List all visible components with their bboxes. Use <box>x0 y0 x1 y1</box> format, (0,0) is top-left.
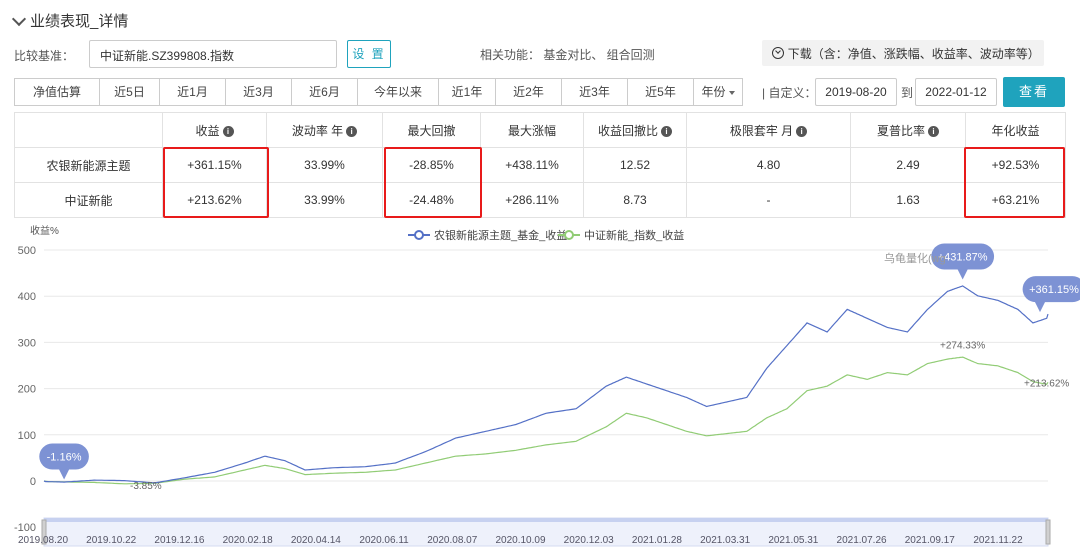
legend-label: 中证新能_指数_收益 <box>584 228 684 242</box>
section-title: 业绩表现_详情 <box>30 13 129 30</box>
callout-label: +361.15% <box>1029 284 1079 296</box>
table-header: 年化收益 <box>965 112 1066 148</box>
legend-label: 农银新能源主题_基金_收益 <box>434 228 567 242</box>
download-label: 下载（含：净值、涨跌幅、收益率、波动率等） <box>787 46 1040 61</box>
x-tick-label: 2020.04.14 <box>291 535 341 546</box>
benchmark-label: 比较基准： <box>14 49 75 63</box>
period-tab[interactable]: 净值估算 <box>14 78 100 106</box>
series-line <box>43 285 1049 484</box>
table-cell: 中证新能 <box>14 182 163 218</box>
y-tick-label: 0 <box>30 476 36 488</box>
custom-range-label: | 自定义： <box>762 86 817 100</box>
highlight-box <box>384 147 482 218</box>
table-header: 波动率 年i <box>266 112 383 148</box>
table-cell: +286.11% <box>480 182 584 218</box>
point-label: +274.33% <box>940 340 985 351</box>
table-header: 收益回撤比 i <box>583 112 687 148</box>
period-tab[interactable]: 近5日 <box>99 78 160 106</box>
series-line <box>43 356 1049 485</box>
info-icon[interactable]: i <box>346 125 358 137</box>
caret-down-icon <box>728 90 735 95</box>
related-functions[interactable]: 相关功能： 基金对比、 组合回测 <box>480 46 655 63</box>
year-select[interactable]: 年份 <box>693 78 743 106</box>
download-button[interactable]: 下载（含：净值、涨跌幅、收益率、波动率等） <box>762 40 1044 66</box>
x-tick-label: 2021.03.31 <box>700 535 750 546</box>
x-tick-label: 2019.10.22 <box>86 535 136 546</box>
watermark: 乌龟量化(wg <box>884 251 946 265</box>
table-cell: 4.80 <box>686 147 851 183</box>
x-tick-label: 2019.08.20 <box>18 535 68 546</box>
compare-bar: 比较基准： 中证新能.SZ399808.指数 设 置 相关功能： 基金对比、 组… <box>14 40 1064 68</box>
period-tab[interactable]: 近1年 <box>438 78 496 106</box>
callout-label: -1.16% <box>47 452 82 464</box>
y-tick-label: 500 <box>18 245 36 257</box>
table-cell: 8.73 <box>583 182 687 218</box>
date-from-input[interactable]: 2019-08-20 <box>815 78 897 106</box>
y-tick-label: 100 <box>18 430 36 442</box>
table-header <box>14 112 163 148</box>
period-selector: 净值估算 近5日 近1月 近3月 近6月 今年以来 近1年 近2年 近3年 近5… <box>14 78 743 106</box>
range-handle-right[interactable] <box>1045 519 1051 545</box>
x-tick-label: 2019.12.16 <box>154 535 204 546</box>
y-axis-label: 收益% <box>30 224 59 237</box>
table-header: 收益 i <box>162 112 267 148</box>
info-icon[interactable]: i <box>661 125 672 137</box>
x-tick-label: 2020.02.18 <box>223 535 273 546</box>
table-cell: 12.52 <box>583 147 687 183</box>
info-icon[interactable]: i <box>928 125 939 137</box>
x-tick-label: 2020.12.03 <box>564 535 614 546</box>
table-header: 最大回撤 <box>382 112 481 148</box>
returns-chart[interactable]: 收益% -100 0 100 200 300 400 500 农银新能源主题_基金_收益 中证新能… <box>0 222 1080 554</box>
query-button[interactable]: 查看 <box>1003 77 1065 107</box>
y-tick-label: -100 <box>14 522 36 534</box>
x-tick-label: 2020.10.09 <box>495 535 545 546</box>
table-cell: 农银新能源主题 <box>14 147 163 183</box>
table-cell: 1.63 <box>850 182 966 218</box>
period-tab[interactable]: 近3年 <box>561 78 628 106</box>
table-cell: 33.99% <box>266 147 383 183</box>
range-slider-bar[interactable] <box>44 518 1048 522</box>
x-tick-label: 2021.07.26 <box>837 535 887 546</box>
table-header: 夏普比率 i <box>850 112 966 148</box>
x-tick-label: 2021.11.22 <box>973 535 1023 546</box>
x-tick-label: 2020.06.11 <box>359 535 409 546</box>
period-tab[interactable]: 近2年 <box>495 78 562 106</box>
x-tick-label: 2021.09.17 <box>905 535 955 546</box>
legend-marker[interactable] <box>564 230 574 240</box>
highlight-box <box>163 147 269 218</box>
y-tick-label: 200 <box>18 384 36 396</box>
legend-marker[interactable] <box>414 230 424 240</box>
date-to-input[interactable]: 2022-01-12 <box>915 78 997 106</box>
highlight-box <box>964 147 1065 218</box>
table-cell: 33.99% <box>266 182 383 218</box>
download-icon <box>772 47 784 59</box>
year-select-label: 年份 <box>701 85 726 99</box>
period-tab[interactable]: 今年以来 <box>357 78 439 106</box>
table-header: 极限套牢 月i <box>686 112 851 148</box>
point-label: -3.85% <box>130 481 162 492</box>
table-cell: - <box>686 182 851 218</box>
info-icon[interactable]: i <box>222 125 234 137</box>
period-tab[interactable]: 近3月 <box>225 78 292 106</box>
period-tab[interactable]: 近1月 <box>159 78 226 106</box>
info-icon[interactable]: i <box>796 125 808 137</box>
point-label: +213.62% <box>1024 378 1069 389</box>
table-cell: +438.11% <box>480 147 584 183</box>
y-tick-label: 400 <box>18 291 36 303</box>
x-tick-label: 2021.01.28 <box>632 535 682 546</box>
y-tick-label: 300 <box>18 337 36 349</box>
table-header-row: 收益 i 波动率 年i 最大回撤 最大涨幅 收益回撤比 i 极限套牢 月i 夏普比率… <box>14 112 1066 148</box>
chevron-down-icon[interactable] <box>11 11 27 26</box>
table-header: 最大涨幅 <box>480 112 584 148</box>
x-tick-label: 2021.05.31 <box>768 535 818 546</box>
x-tick-label: 2020.08.07 <box>427 535 477 546</box>
table-cell: 2.49 <box>850 147 966 183</box>
period-tab[interactable]: 近5年 <box>627 78 694 106</box>
period-tab[interactable]: 近6月 <box>291 78 358 106</box>
set-button[interactable]: 设 置 <box>347 40 391 68</box>
to-label: 到 <box>901 86 914 100</box>
benchmark-input[interactable]: 中证新能.SZ399808.指数 <box>89 40 337 68</box>
section-header[interactable]: 业绩表现_详情 <box>11 10 129 31</box>
